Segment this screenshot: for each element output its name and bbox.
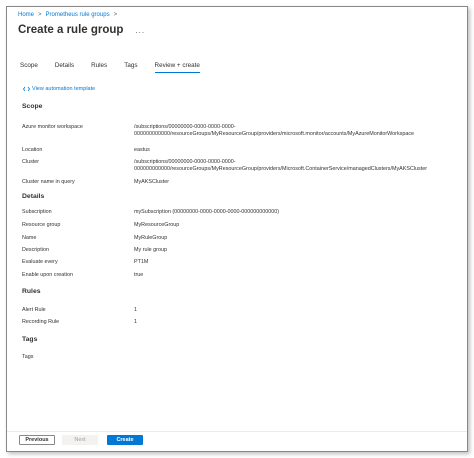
section-heading-rules: Rules bbox=[22, 288, 41, 295]
value-description: My rule group bbox=[134, 247, 167, 253]
tab-rules[interactable]: Rules bbox=[91, 62, 107, 73]
tab-review-create[interactable]: Review + create bbox=[154, 62, 200, 73]
view-automation-template-label: View automation template bbox=[32, 86, 96, 92]
value-azure-monitor-workspace: /subscriptions/00000000-0000-0000-0000-0… bbox=[134, 124, 415, 137]
tab-scope[interactable]: Scope bbox=[20, 62, 38, 73]
breadcrumb: Home > Prometheus rule groups > bbox=[18, 12, 117, 18]
label-evaluate-every: Evaluate every bbox=[22, 259, 58, 265]
tab-details[interactable]: Details bbox=[55, 62, 74, 73]
create-rule-group-panel: Home > Prometheus rule groups > Create a… bbox=[6, 6, 468, 452]
label-subscription: Subscription bbox=[22, 209, 52, 215]
more-options-icon[interactable]: ... bbox=[135, 26, 145, 35]
value-cluster-name-in-query: MyAKSCluster bbox=[134, 179, 170, 185]
create-button[interactable]: Create bbox=[107, 435, 143, 445]
value-cluster: /subscriptions/00000000-0000-0000-0000-0… bbox=[134, 159, 428, 172]
wizard-tabs: Scope Details Rules Tags Review + create bbox=[20, 62, 217, 73]
label-cluster: Cluster bbox=[22, 159, 40, 165]
code-icon bbox=[23, 86, 30, 92]
label-resource-group: Resource group bbox=[22, 222, 61, 228]
section-heading-tags: Tags bbox=[22, 336, 38, 343]
title-row: Create a rule group ... bbox=[18, 24, 145, 36]
previous-button[interactable]: Previous bbox=[19, 435, 55, 445]
label-name: Name bbox=[22, 235, 37, 241]
breadcrumb-separator: > bbox=[113, 12, 118, 18]
page-title: Create a rule group bbox=[18, 24, 124, 36]
label-location: Location bbox=[22, 147, 43, 153]
label-tags: Tags bbox=[22, 354, 34, 360]
value-evaluate-every: PT1M bbox=[134, 259, 149, 265]
breadcrumb-home-link[interactable]: Home bbox=[18, 12, 34, 18]
label-enable-upon-creation: Enable upon creation bbox=[22, 272, 73, 278]
breadcrumb-prometheus-rule-groups-link[interactable]: Prometheus rule groups bbox=[46, 12, 110, 18]
value-name: MyRuleGroup bbox=[134, 235, 168, 241]
label-description: Description bbox=[22, 247, 49, 253]
next-button[interactable]: Next bbox=[62, 435, 98, 445]
label-recording-rule: Recording Rule bbox=[22, 319, 60, 325]
value-subscription: mySubscription (00000000-0000-0000-0000-… bbox=[134, 209, 280, 215]
section-heading-details: Details bbox=[22, 193, 45, 200]
value-location: eastus bbox=[134, 147, 150, 153]
value-resource-group: MyResourceGroup bbox=[134, 222, 180, 228]
breadcrumb-separator: > bbox=[38, 12, 42, 18]
label-alert-rule: Alert Rule bbox=[22, 307, 46, 313]
label-cluster-name-in-query: Cluster name in query bbox=[22, 179, 75, 185]
section-heading-scope: Scope bbox=[22, 103, 43, 110]
tab-tags[interactable]: Tags bbox=[124, 62, 137, 73]
footer-divider bbox=[7, 431, 467, 432]
value-recording-rule: 1 bbox=[134, 319, 137, 325]
value-enable-upon-creation: true bbox=[134, 272, 144, 278]
view-automation-template-link[interactable]: View automation template bbox=[23, 86, 95, 92]
value-alert-rule: 1 bbox=[134, 307, 137, 313]
label-azure-monitor-workspace: Azure monitor workspace bbox=[22, 124, 83, 130]
